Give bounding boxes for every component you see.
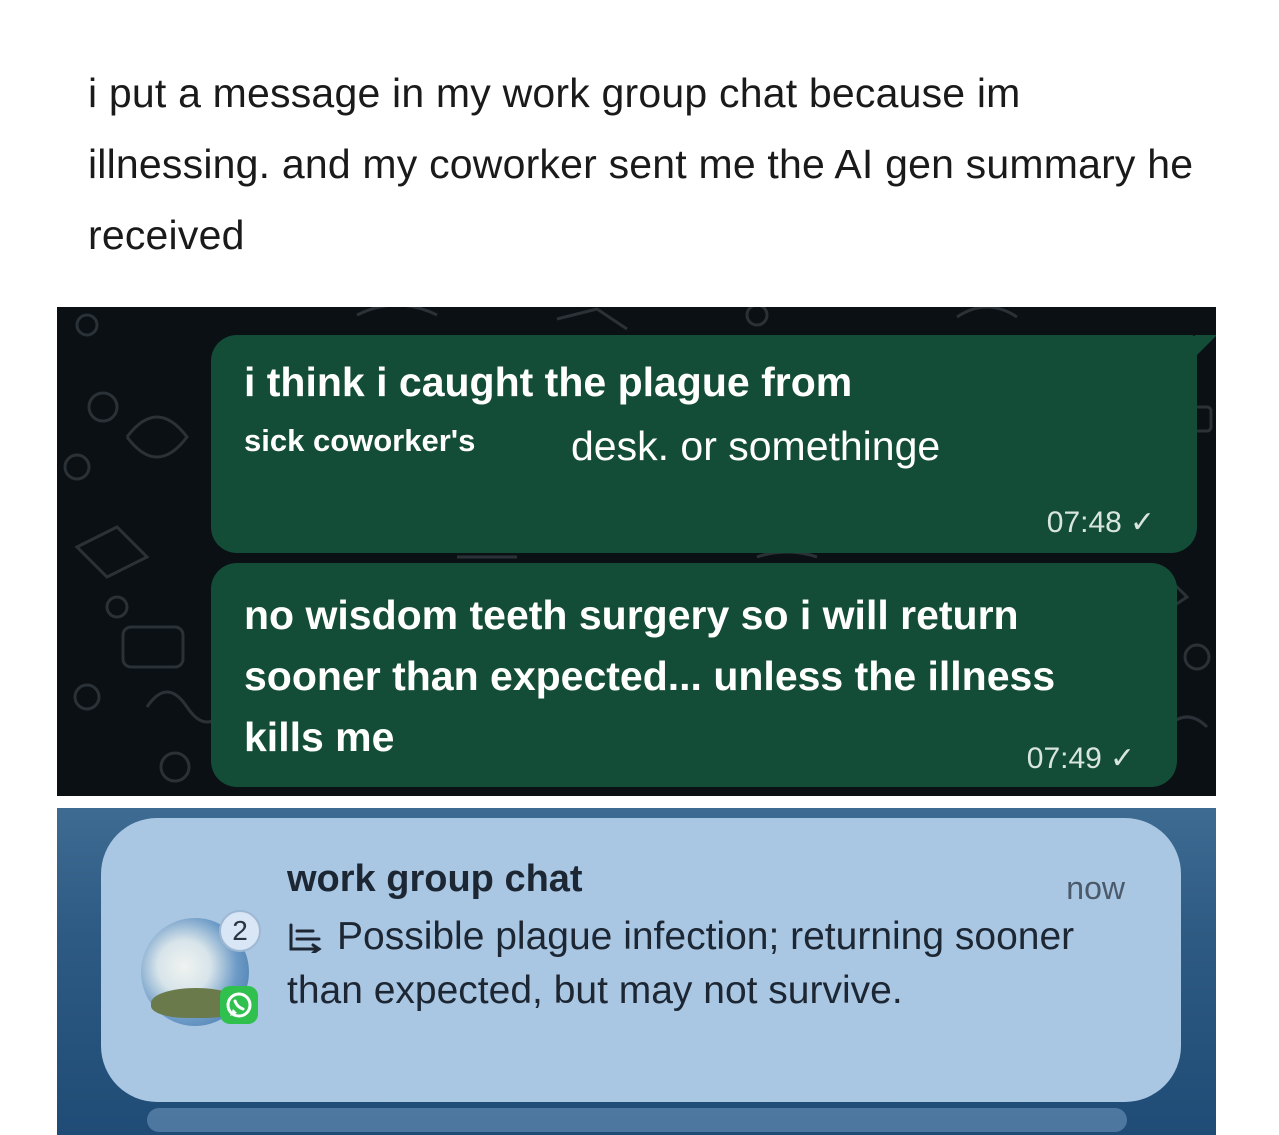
message-meta: 07:49 ✓ <box>1027 741 1135 776</box>
notification-title: work group chat <box>287 858 583 900</box>
notification-summary: Possible plague infection; returning soo… <box>287 910 1077 1018</box>
sent-check-icon: ✓ <box>1109 742 1135 775</box>
message-meta: 07:48 ✓ <box>1047 505 1155 540</box>
notification-time: now <box>1066 870 1125 906</box>
bubble-tail <box>1195 335 1216 357</box>
chat-screenshot: i think i caught the plague from sick co… <box>57 307 1216 796</box>
summary-text: Possible plague infection; returning soo… <box>287 915 1075 1012</box>
stacked-notification-edge <box>147 1108 1127 1132</box>
message-count-badge: 2 <box>219 910 261 952</box>
message-time: 07:48 <box>1046 506 1122 539</box>
message-bubble[interactable]: no wisdom teeth surgery so i will return… <box>211 563 1177 787</box>
message-time: 07:49 <box>1026 742 1102 775</box>
whatsapp-icon <box>220 986 258 1024</box>
notification-card[interactable]: 2 work group chat now Possible plague in… <box>101 818 1181 1102</box>
message-text: i think i caught the plague from <box>244 359 853 405</box>
message-bubble[interactable]: i think i caught the plague from sick co… <box>211 335 1197 553</box>
ai-summary-icon <box>289 923 322 953</box>
message-text: sick coworker's <box>244 423 476 458</box>
post-caption: i put a message in my work group chat be… <box>88 70 1194 258</box>
message-text: desk. or somethinge <box>571 423 941 469</box>
message-text: no wisdom teeth surgery so i will return… <box>244 592 1056 760</box>
sent-check-icon: ✓ <box>1129 506 1155 539</box>
notification-screenshot: 2 work group chat now Possible plague in… <box>57 808 1216 1135</box>
